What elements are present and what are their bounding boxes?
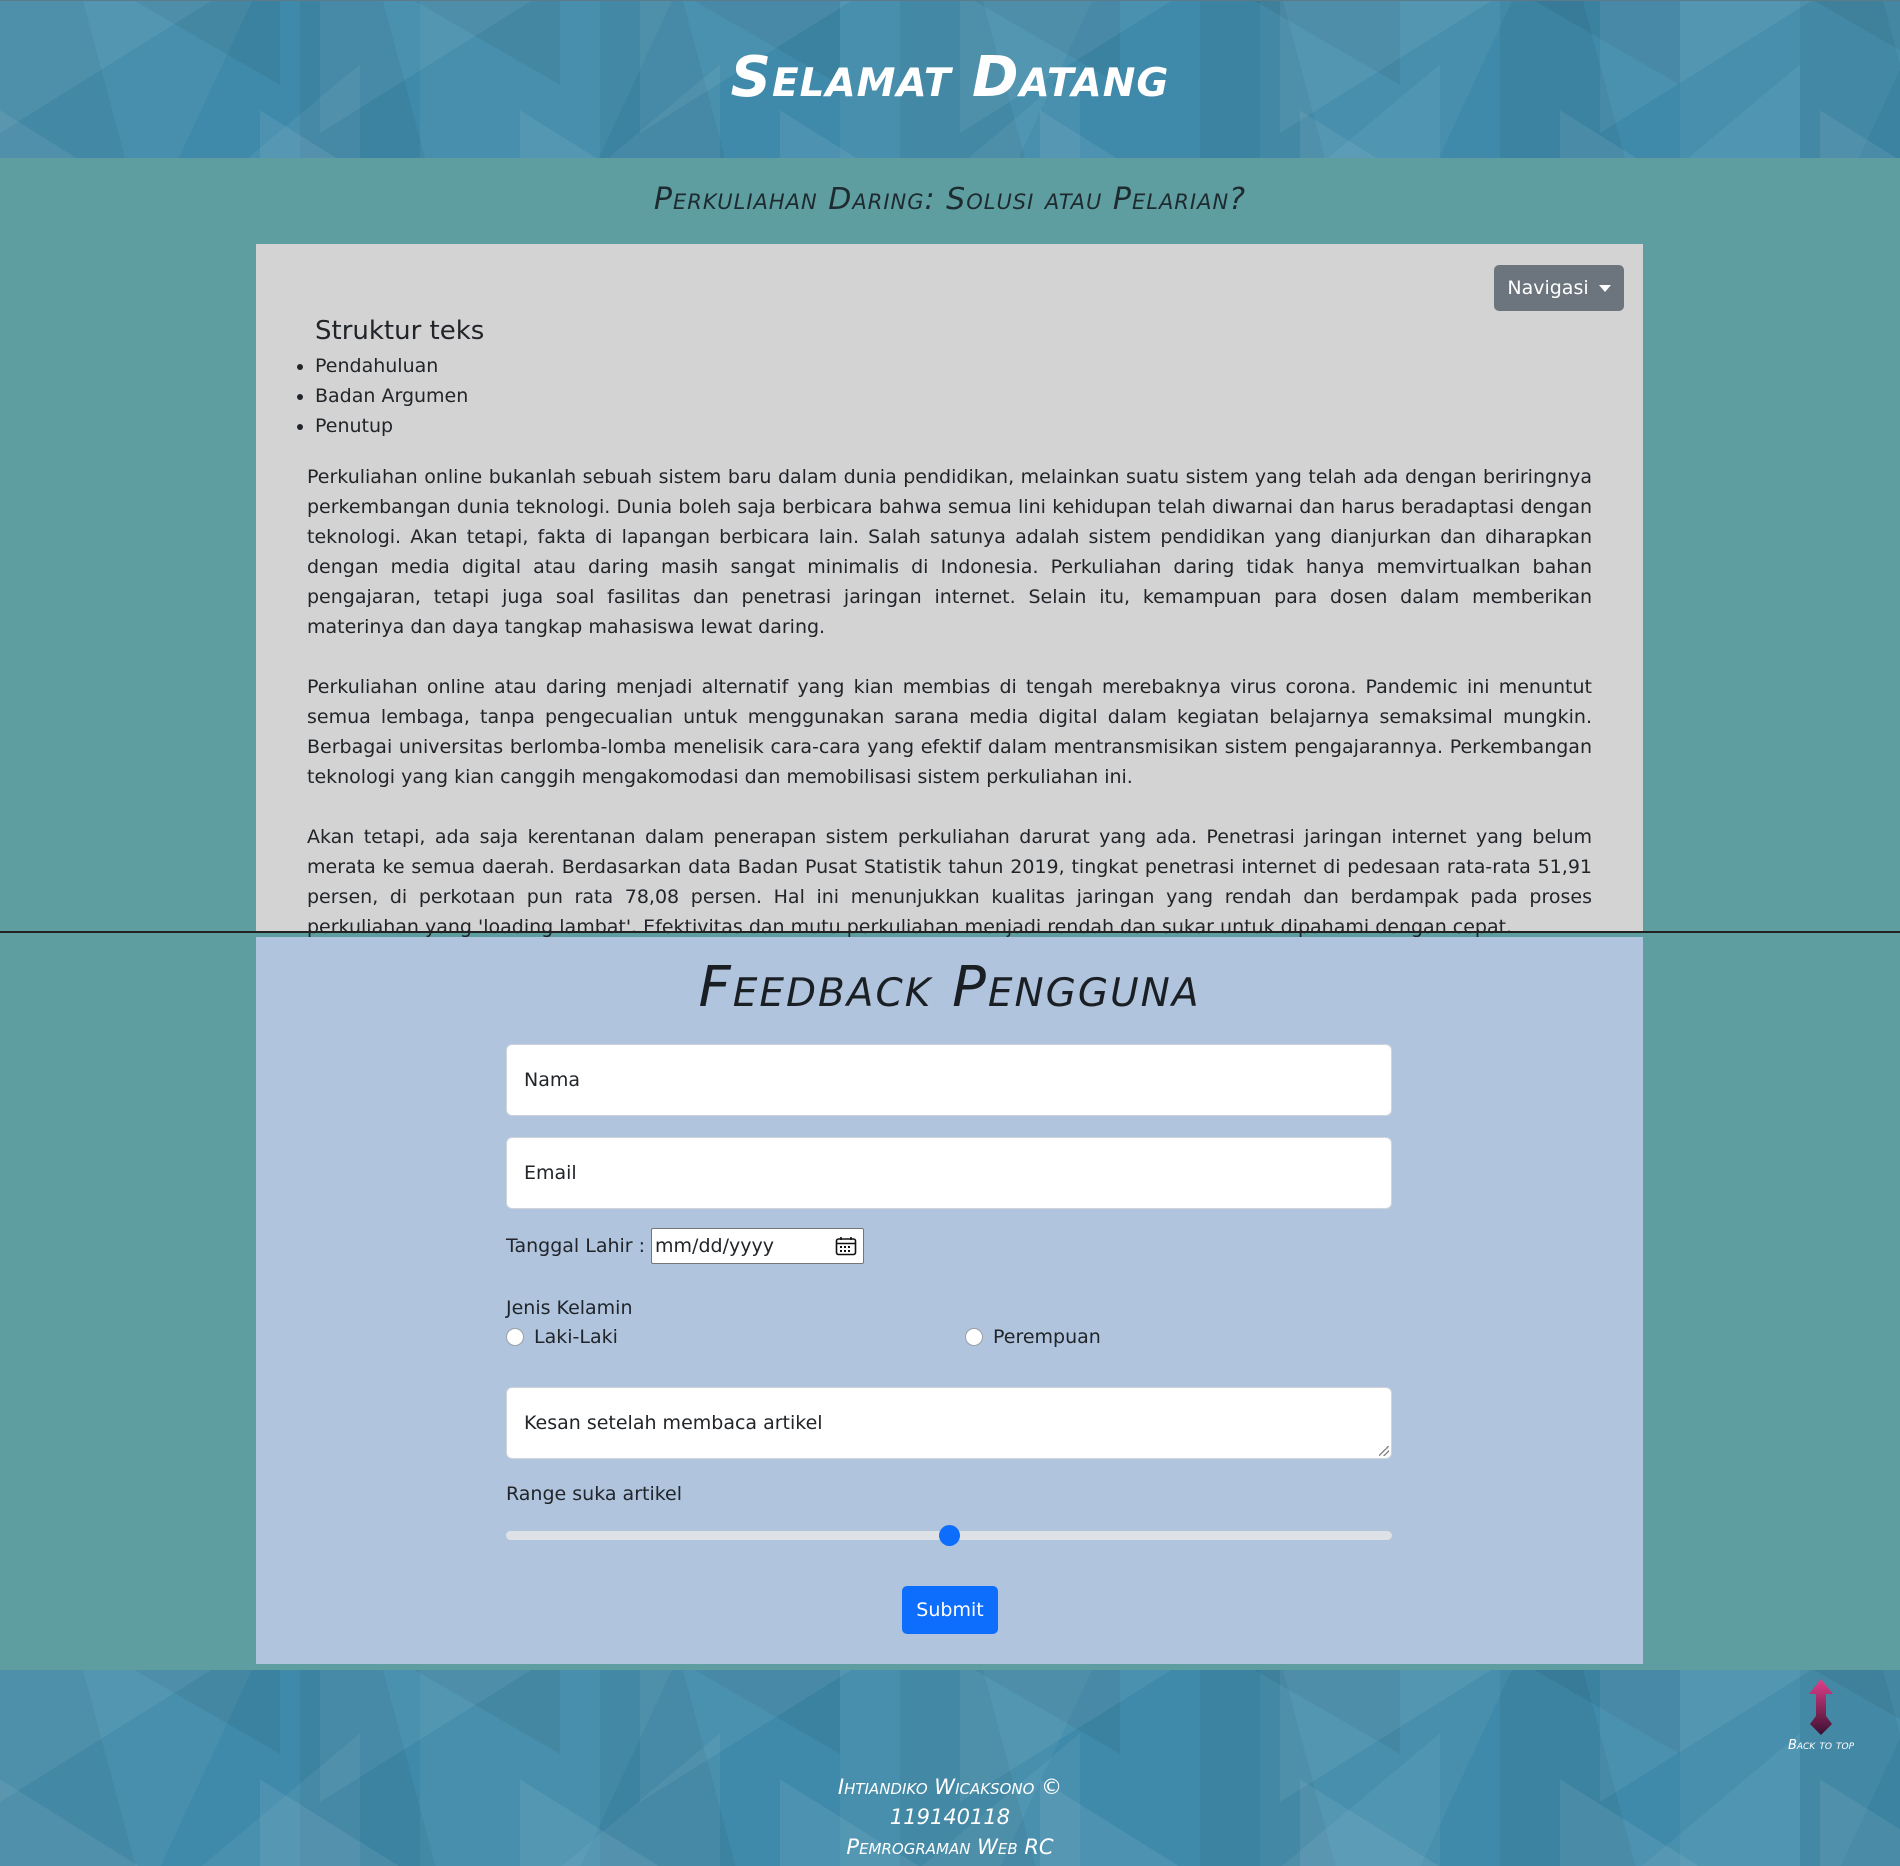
navigation-label: Navigasi	[1507, 277, 1589, 299]
article-paragraph: Perkuliahan online atau daring menjadi a…	[307, 676, 1592, 788]
article-paragraph: Perkuliahan online bukanlah sebuah siste…	[307, 466, 1592, 638]
calendar-icon[interactable]	[835, 1236, 857, 1256]
back-to-top-label: Back to top	[1787, 1738, 1855, 1753]
dob-input[interactable]: mm/dd/yyyy	[651, 1228, 865, 1264]
site-footer: Back to top Ihtiandiko Wicaksono © 11914…	[0, 1670, 1900, 1866]
impression-placeholder: Kesan setelah membaca artikel	[524, 1412, 823, 1434]
structure-item: Penutup	[315, 411, 468, 441]
dob-label: Tanggal Lahir :	[506, 1235, 646, 1257]
structure-item: Badan Argumen	[315, 381, 468, 411]
footer-nim: 119140118	[889, 1805, 1011, 1829]
site-header: Selamat Datang	[0, 0, 1900, 158]
chevron-down-icon	[1598, 284, 1611, 292]
resize-handle[interactable]	[1379, 1446, 1389, 1456]
impression-textarea[interactable]: Kesan setelah membaca artikel	[506, 1387, 1392, 1459]
gender-radio-female[interactable]: Perempuan	[965, 1326, 1101, 1348]
email-input[interactable]: Email	[506, 1137, 1392, 1209]
structure-item: Pendahuluan	[315, 351, 468, 381]
email-placeholder: Email	[524, 1162, 577, 1184]
range-thumb[interactable]	[939, 1525, 960, 1546]
name-placeholder: Nama	[524, 1069, 581, 1091]
footer-author: Ihtiandiko Wicaksono ©	[837, 1775, 1063, 1799]
footer-course: Pemrograman Web RC	[846, 1835, 1054, 1859]
article-body: Perkuliahan online bukanlah sebuah siste…	[307, 462, 1592, 972]
section-divider	[0, 931, 1900, 933]
structure-list: Pendahuluan Badan Argumen Penutup	[315, 351, 468, 441]
gender-label: Jenis Kelamin	[506, 1297, 633, 1319]
like-range-slider[interactable]	[506, 1525, 1392, 1546]
dob-placeholder: mm/dd/yyyy	[655, 1235, 774, 1257]
navigation-dropdown-button[interactable]: Navigasi	[1494, 265, 1624, 311]
feedback-form: Feedback Pengguna Nama Email Tanggal Lah…	[256, 937, 1643, 1664]
gender-option-label: Perempuan	[993, 1326, 1101, 1348]
radio-button[interactable]	[506, 1328, 524, 1346]
dob-row: Tanggal Lahir : mm/dd/yyyy	[506, 1227, 865, 1265]
feedback-title: Feedback Pengguna	[698, 955, 1201, 1020]
article-card: Navigasi Struktur teks Pendahuluan Badan…	[256, 244, 1643, 938]
article-paragraph: Akan tetapi, ada saja kerentanan dalam p…	[307, 826, 1592, 938]
site-title: Selamat Datang	[730, 45, 1170, 110]
arrow-up-icon	[1809, 1679, 1833, 1735]
range-label: Range suka artikel	[506, 1483, 683, 1505]
radio-button[interactable]	[965, 1328, 983, 1346]
back-to-top-link[interactable]: Back to top	[1776, 1678, 1866, 1753]
article-subtitle: Perkuliahan Daring: Solusi atau Pelarian…	[653, 182, 1247, 217]
footer-credits: Ihtiandiko Wicaksono © 119140118 Pemrogr…	[0, 1772, 1900, 1862]
submit-button[interactable]: Submit	[902, 1586, 998, 1634]
name-input[interactable]: Nama	[506, 1044, 1392, 1116]
gender-option-label: Laki-Laki	[534, 1326, 618, 1348]
structure-heading: Struktur teks	[315, 316, 485, 346]
gender-radio-male[interactable]: Laki-Laki	[506, 1326, 618, 1348]
